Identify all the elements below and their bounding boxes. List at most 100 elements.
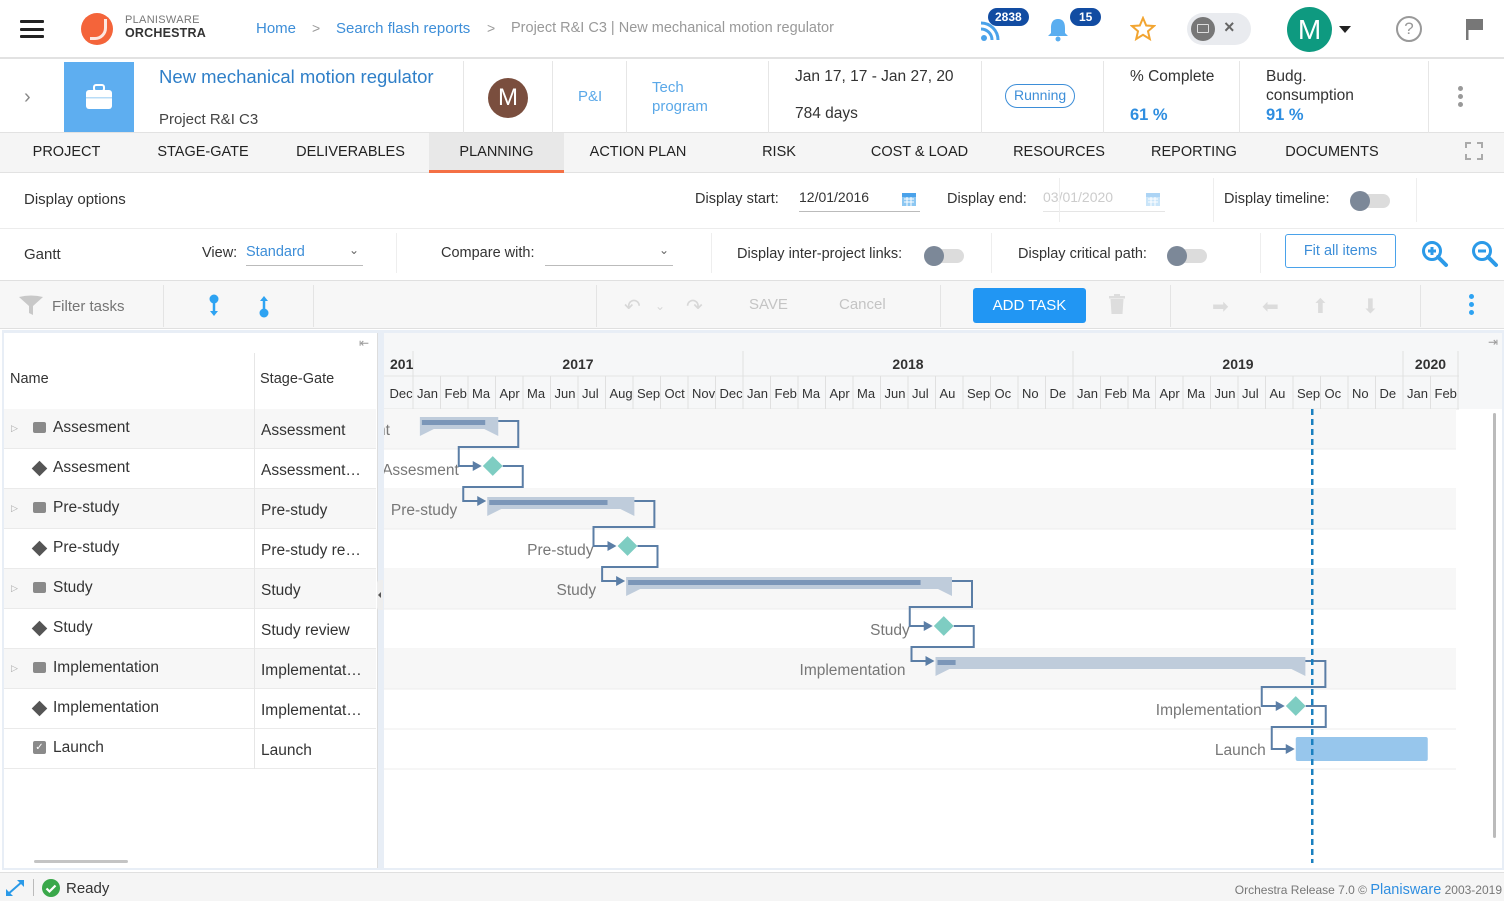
edit-mode-pill[interactable]: × (1187, 13, 1251, 45)
tab-planning[interactable]: PLANNING (429, 133, 564, 173)
column-header-stage-gate[interactable]: Stage-Gate (260, 371, 334, 387)
breadcrumb-search-flash-reports[interactable]: Search flash reports (336, 20, 470, 37)
task-row[interactable]: ▷ Assesment Assessment (4, 409, 376, 449)
expand-triangle-icon[interactable]: ▷ (11, 503, 18, 514)
tab-action-plan[interactable]: ACTION PLAN (574, 133, 702, 173)
add-task-button[interactable]: ADD TASK (973, 288, 1086, 323)
task-row[interactable]: Study Study review (4, 609, 376, 649)
notifications-button[interactable] (1046, 16, 1070, 42)
flag-icon[interactable] (1465, 17, 1485, 41)
month-label: Dec (720, 386, 744, 401)
zoom-in-icon[interactable] (1421, 240, 1449, 268)
indent-right-icon[interactable]: ➡ (1212, 294, 1229, 319)
task-row[interactable]: ▷ Pre-study Pre-study (4, 489, 376, 529)
expand-down-icon[interactable] (207, 293, 221, 319)
month-label: No (1352, 386, 1369, 401)
view-select-value: Standard (246, 244, 305, 260)
view-select[interactable]: Standard ⌄ (246, 243, 363, 266)
tab-reporting[interactable]: REPORTING (1134, 133, 1254, 173)
fit-all-items-button[interactable]: Fit all items (1285, 234, 1396, 268)
menu-icon[interactable] (20, 20, 44, 38)
business-unit-link[interactable]: P&I (578, 88, 602, 105)
task-name: Study (53, 619, 93, 636)
favorite-button[interactable] (1129, 15, 1157, 42)
feed-count-badge: 2838 (988, 8, 1029, 26)
task-row[interactable]: Assesment Assessment… (4, 449, 376, 489)
expand-triangle-icon[interactable]: ▷ (11, 583, 18, 594)
project-title[interactable]: New mechanical motion regulator (159, 65, 449, 88)
dependency-arrow (1285, 744, 1295, 754)
expand-triangle-icon[interactable]: ▷ (11, 663, 18, 674)
task-row[interactable]: ▷ Study Study (4, 569, 376, 609)
splitter-handle[interactable] (377, 580, 383, 610)
redo-icon[interactable]: ↷ (686, 294, 703, 319)
more-vertical-icon[interactable] (1458, 86, 1464, 107)
expand-arrows-icon[interactable] (5, 879, 25, 897)
collapse-left-icon[interactable]: ⇤ (359, 336, 369, 350)
cancel-button[interactable]: Cancel (839, 296, 886, 313)
tab-stage-gate[interactable]: STAGE-GATE (143, 133, 263, 173)
tab-bar: PROJECT STAGE-GATE DELIVERABLES PLANNING… (0, 133, 1504, 173)
program-link[interactable]: Tech program (652, 78, 732, 116)
critical-path-toggle[interactable] (1167, 246, 1207, 266)
user-avatar[interactable]: M (1287, 7, 1332, 52)
critical-path-label: Display critical path: (1018, 246, 1147, 262)
display-timeline-toggle[interactable] (1350, 191, 1390, 211)
task-stage-gate: Study review (261, 622, 350, 639)
task-name: Assesment (53, 459, 130, 476)
chevron-down-icon[interactable]: ⌄ (655, 299, 665, 313)
complete-value: 61 % (1130, 106, 1168, 124)
manager-avatar[interactable]: M (488, 78, 528, 118)
tab-project[interactable]: PROJECT (10, 133, 123, 173)
milestone-diamond (617, 536, 638, 556)
move-up-icon[interactable]: ⬆ (1312, 294, 1329, 319)
close-icon[interactable]: × (1224, 17, 1235, 38)
help-icon[interactable]: ? (1396, 16, 1422, 42)
vertical-scrollbar[interactable] (1493, 413, 1496, 838)
task-checkbox-icon: ✓ (33, 741, 46, 754)
zoom-out-icon[interactable] (1471, 240, 1499, 268)
save-button[interactable]: SAVE (749, 296, 788, 313)
task-row[interactable]: Pre-study Pre-study re… (4, 529, 376, 569)
column-header-name[interactable]: Name (10, 371, 49, 387)
task-row[interactable]: ▷ Implementation Implementat… (4, 649, 376, 689)
compare-with-select[interactable]: ⌄ (545, 243, 673, 266)
tab-documents[interactable]: DOCUMENTS (1272, 133, 1392, 173)
bell-icon (1048, 19, 1068, 42)
gantt-item-label: Assesment (384, 462, 459, 479)
filter-tasks-input[interactable] (52, 293, 162, 319)
expand-triangle-icon[interactable]: ▷ (11, 423, 18, 434)
collapse-right-icon[interactable]: ⇥ (1488, 335, 1498, 349)
more-vertical-icon[interactable] (1469, 294, 1475, 315)
breadcrumb-home[interactable]: Home (256, 20, 296, 37)
collapse-up-icon[interactable] (257, 293, 271, 319)
chevron-right-icon[interactable]: › (24, 86, 31, 109)
outdent-left-icon[interactable]: ⬅ (1262, 294, 1279, 319)
status-text: Ready (66, 880, 110, 897)
tab-cost-load[interactable]: COST & LOAD (857, 133, 982, 173)
caret-down-icon[interactable] (1339, 26, 1351, 33)
task-bar (1295, 737, 1428, 761)
summary-progress (628, 580, 921, 585)
trash-icon[interactable] (1109, 294, 1125, 314)
breadcrumb-current: Project R&I C3 | New mechanical motion r… (511, 20, 834, 36)
planisware-link[interactable]: Planisware (1370, 882, 1441, 898)
task-row[interactable]: ✓ Launch Launch (4, 729, 376, 769)
horizontal-scrollbar[interactable] (34, 860, 128, 863)
tab-risk[interactable]: RISK (740, 133, 818, 173)
task-row[interactable]: Implementation Implementat… (4, 689, 376, 729)
calendar-icon[interactable] (901, 191, 917, 207)
month-label: Jan (1077, 386, 1098, 401)
tab-deliverables[interactable]: DELIVERABLES (283, 133, 418, 173)
month-label: Apr (500, 386, 521, 401)
undo-icon[interactable]: ↶ (624, 294, 641, 319)
fullscreen-icon[interactable] (1465, 142, 1483, 160)
task-name: Pre-study (53, 499, 120, 516)
gantt-item-label: Implementation (800, 662, 906, 679)
calendar-icon[interactable] (1145, 191, 1161, 207)
move-down-icon[interactable]: ⬇ (1362, 294, 1379, 319)
inter-project-links-toggle[interactable] (924, 246, 964, 266)
summary-progress (421, 420, 486, 425)
briefcase-icon (86, 84, 112, 109)
tab-resources[interactable]: RESOURCES (1004, 133, 1114, 173)
